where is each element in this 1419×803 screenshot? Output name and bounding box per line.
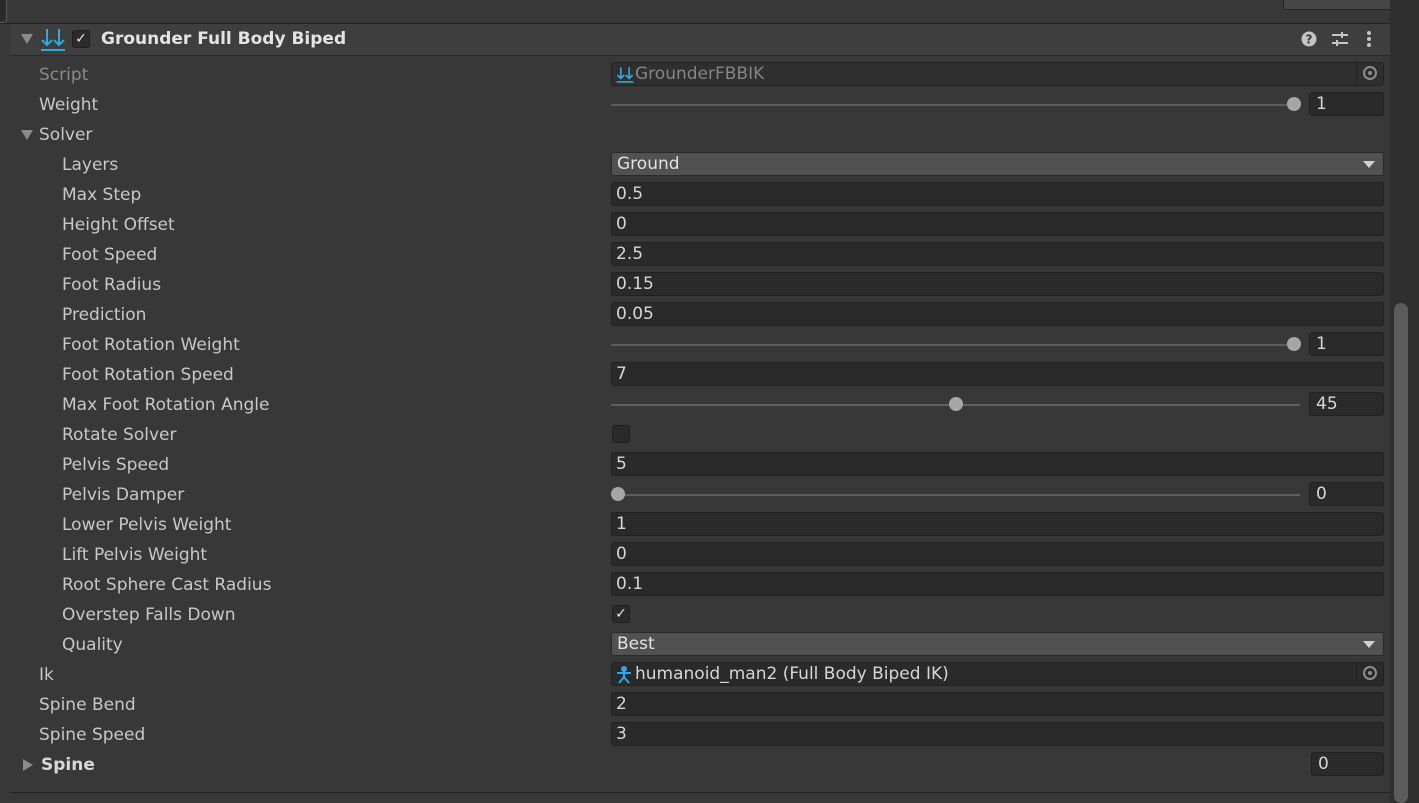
rotate-solver-checkbox[interactable]	[612, 425, 630, 443]
max-foot-rotation-angle-slider-thumb[interactable]	[949, 397, 963, 411]
solver-foldout-arrow[interactable]	[21, 130, 33, 140]
height-offset-label: Height Offset	[62, 215, 175, 235]
foot-rotation-weight-label: Foot Rotation Weight	[62, 335, 240, 355]
previous-component-strip	[0, 0, 1390, 24]
prediction-field[interactable]: 0.05	[611, 302, 1384, 326]
spine-foldout-arrow[interactable]	[23, 759, 33, 771]
component-foldout-arrow[interactable]	[21, 34, 33, 44]
layers-value: Ground	[617, 154, 680, 174]
component-divider	[10, 792, 1390, 793]
foot-rotation-weight-slider-thumb[interactable]	[1287, 337, 1301, 351]
weight-label: Weight	[39, 95, 99, 115]
foot-rotation-speed-field[interactable]: 7	[611, 362, 1384, 386]
quality-label: Quality	[62, 635, 123, 655]
presets-icon[interactable]	[1331, 31, 1349, 47]
weight-slider-thumb[interactable]	[1287, 97, 1301, 111]
grounder-script-icon	[40, 27, 66, 53]
quality-dropdown[interactable]: Best	[611, 632, 1384, 656]
spine-speed-label: Spine Speed	[39, 725, 146, 745]
max-step-field[interactable]: 0.5	[611, 182, 1384, 206]
svg-text:?: ?	[1306, 33, 1313, 47]
component-enabled-checkbox[interactable]: ✓	[72, 30, 90, 48]
ik-object-field[interactable]: humanoid_man2 (Full Body Biped IK)	[611, 662, 1384, 686]
spine-array-size-field[interactable]: 0	[1311, 752, 1384, 776]
solver-label[interactable]: Solver	[39, 125, 92, 145]
foot-radius-field[interactable]: 0.15	[611, 272, 1384, 296]
grounder-script-icon	[616, 66, 634, 84]
lift-pelvis-weight-label: Lift Pelvis Weight	[62, 545, 208, 565]
max-step-label: Max Step	[62, 185, 142, 205]
foot-rotation-weight-slider-track[interactable]	[611, 344, 1300, 346]
foot-rotation-weight-number-field[interactable]: 1	[1309, 332, 1384, 356]
object-picker-separator	[1356, 663, 1357, 685]
overstep-falls-down-checkbox[interactable]: ✓	[612, 605, 630, 623]
script-label: Script	[39, 65, 89, 85]
ik-label: Ik	[39, 665, 54, 685]
foot-rotation-speed-label: Foot Rotation Speed	[62, 365, 234, 385]
scrollbar-thumb[interactable]	[1394, 303, 1408, 803]
foot-radius-label: Foot Radius	[62, 275, 162, 295]
layers-label: Layers	[62, 155, 119, 175]
pelvis-speed-field[interactable]: 5	[611, 452, 1384, 476]
height-offset-field[interactable]: 0	[611, 212, 1384, 236]
quality-value: Best	[617, 634, 655, 654]
pelvis-damper-slider-thumb[interactable]	[611, 487, 625, 501]
object-picker-icon[interactable]	[1363, 66, 1377, 80]
foot-speed-label: Foot Speed	[62, 245, 158, 265]
panel-corner	[0, 0, 7, 23]
pelvis-damper-number-field[interactable]: 0	[1309, 482, 1384, 506]
max-foot-rotation-angle-label: Max Foot Rotation Angle	[62, 395, 270, 415]
biped-ik-icon	[615, 666, 633, 684]
pelvis-damper-label: Pelvis Damper	[62, 485, 185, 505]
previous-component-button[interactable]	[1283, 0, 1397, 10]
layers-dropdown[interactable]: Ground	[611, 152, 1384, 176]
script-object-field[interactable]: GrounderFBBIK	[611, 62, 1384, 86]
component-title: Grounder Full Body Biped	[101, 29, 347, 49]
spine-bend-field[interactable]: 2	[611, 692, 1384, 716]
pelvis-damper-slider-track[interactable]	[611, 494, 1300, 496]
foot-speed-field[interactable]: 2.5	[611, 242, 1384, 266]
lower-pelvis-weight-field[interactable]: 1	[611, 512, 1384, 536]
script-value: GrounderFBBIK	[635, 64, 765, 84]
dropdown-arrow-icon	[1363, 641, 1375, 648]
object-picker-icon[interactable]	[1363, 666, 1377, 680]
lower-pelvis-weight-label: Lower Pelvis Weight	[62, 515, 232, 535]
max-foot-rotation-angle-number-field[interactable]: 45	[1309, 392, 1384, 416]
root-sphere-cast-radius-field[interactable]: 0.1	[611, 572, 1384, 596]
prediction-label: Prediction	[62, 305, 147, 325]
object-picker-separator	[1356, 63, 1357, 85]
spine-label[interactable]: Spine	[41, 755, 95, 775]
dropdown-arrow-icon	[1363, 161, 1375, 168]
rotate-solver-label: Rotate Solver	[62, 425, 177, 445]
weight-number-field[interactable]: 1	[1309, 92, 1384, 116]
root-sphere-cast-radius-label: Root Sphere Cast Radius	[62, 575, 272, 595]
weight-slider-track[interactable]	[611, 104, 1300, 106]
ik-value: humanoid_man2 (Full Body Biped IK)	[635, 664, 949, 684]
spine-bend-label: Spine Bend	[39, 695, 136, 715]
help-icon[interactable]: ?	[1301, 31, 1317, 47]
overstep-falls-down-label: Overstep Falls Down	[62, 605, 236, 625]
pelvis-speed-label: Pelvis Speed	[62, 455, 170, 475]
kebab-menu-icon[interactable]	[1364, 30, 1374, 48]
spine-speed-field[interactable]: 3	[611, 722, 1384, 746]
lift-pelvis-weight-field[interactable]: 0	[611, 542, 1384, 566]
